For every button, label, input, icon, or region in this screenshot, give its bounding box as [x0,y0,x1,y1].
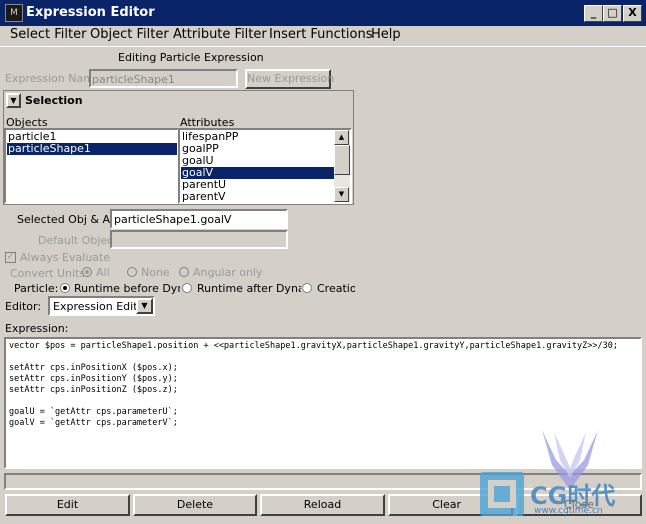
convert-units-all-label: All [96,266,110,279]
watermark-url: www.cgtime.cn [534,506,603,516]
edit-button[interactable]: Edit [5,494,130,516]
watermark: CG时代 www.cgtime.cn [470,420,646,524]
list-item[interactable]: parentV [181,191,334,203]
scroll-up-icon[interactable]: ▲ [334,130,349,145]
expression-text: vector $pos = particleShape1.position + … [9,341,618,428]
runtime-after-radio[interactable] [182,283,192,293]
objects-list[interactable]: particle1 particleShape1 [4,128,179,204]
selection-header: Selection [25,94,83,107]
expression-name-field[interactable]: particleShape1 [89,69,238,88]
convert-units-angular-radio[interactable] [179,267,189,277]
editor-label: Editor: [5,300,42,313]
close-window-button[interactable]: X [623,5,642,22]
editor-select-value: Expression Editor [53,300,149,313]
particle-label: Particle: [14,282,59,295]
reload-button[interactable]: Reload [260,494,385,516]
minimize-button[interactable]: _ [584,5,603,22]
selected-obj-attr-label: Selected Obj & Attr [17,213,123,226]
collapse-arrow-icon[interactable]: ▼ [6,93,21,108]
convert-units-label: Convert Units: [10,267,89,280]
menu-insert-functions[interactable]: Insert Functions [269,27,373,42]
menu-object-filter[interactable]: Object Filter [90,27,169,42]
scroll-down-icon[interactable]: ▼ [334,187,349,202]
runtime-after-label: Runtime after Dynamic [197,282,301,295]
expression-name-label: Expression Name [5,72,101,85]
always-evaluate-checkbox[interactable]: ✓ [5,252,16,263]
default-object-field[interactable] [110,230,288,249]
maya-app-icon: M [5,4,23,22]
creation-radio[interactable] [302,283,312,293]
menu-select-filter[interactable]: Select Filter [10,27,86,42]
attributes-list[interactable]: lifespanPP goalPP goalU goalV parentU pa… [178,128,352,204]
convert-units-none-label: None [141,266,170,279]
menu-bar: Select Filter Object Filter Attribute Fi… [0,26,646,46]
list-item[interactable]: particleShape1 [7,143,177,155]
always-evaluate-label: Always Evaluate [20,251,111,264]
runtime-before-radio[interactable] [60,283,70,293]
creation-label: Creation [317,282,355,295]
new-expression-button[interactable]: New Expression [245,69,334,89]
menu-attribute-filter[interactable]: Attribute Filter [173,27,267,42]
expression-label: Expression: [5,322,69,335]
delete-button[interactable]: Delete [133,494,257,516]
attributes-scrollbar[interactable]: ▲ ▼ [334,130,350,202]
window-title: Expression Editor [26,5,155,20]
default-object-label: Default Object [38,234,118,247]
selected-obj-attr-field[interactable]: particleShape1.goalV [110,209,288,229]
editing-label: Editing Particle Expression [118,51,264,64]
convert-units-all-radio[interactable] [82,267,92,277]
convert-units-none-radio[interactable] [127,267,137,277]
title-bar[interactable]: M Expression Editor _ □ X [0,0,646,26]
scroll-thumb[interactable] [334,145,350,175]
runtime-before-label: Runtime before Dynami [74,282,180,295]
convert-units-angular-label: Angular only [193,266,263,279]
chevron-down-icon[interactable]: ▼ [136,298,153,314]
menu-help[interactable]: Help [371,27,401,42]
maximize-button[interactable]: □ [603,5,622,22]
menu-divider [0,46,646,47]
